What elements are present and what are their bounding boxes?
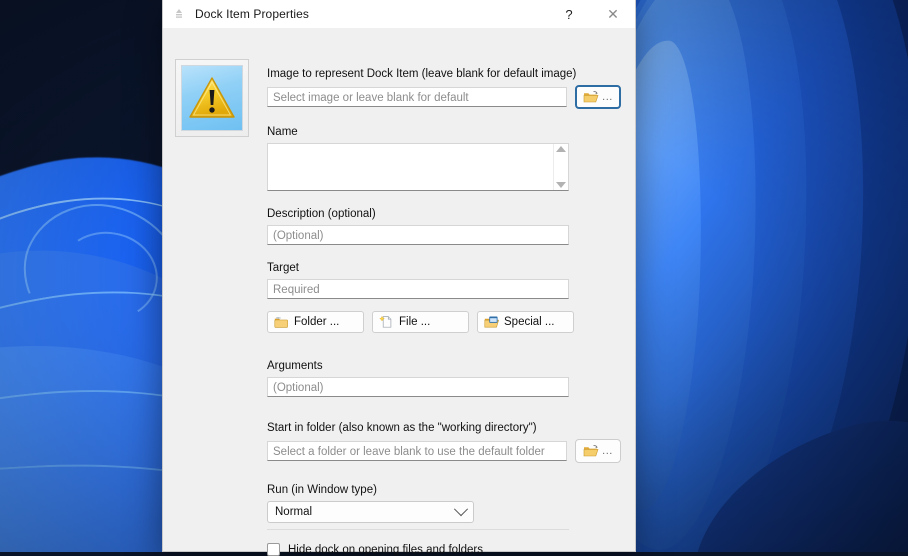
description-field-label: Description (optional) bbox=[267, 208, 376, 220]
warning-triangle-icon bbox=[181, 65, 243, 131]
new-file-icon bbox=[379, 315, 394, 329]
hide-dock-label: Hide dock on opening files and folders bbox=[288, 543, 483, 556]
file-button[interactable]: File ... bbox=[372, 311, 469, 333]
image-field-label: Image to represent Dock Item (leave blan… bbox=[267, 68, 577, 80]
dialog-body: Image to represent Dock Item (leave blan… bbox=[163, 29, 635, 556]
arguments-input[interactable]: (Optional) bbox=[267, 377, 569, 397]
dock-item-icon bbox=[172, 7, 186, 21]
arguments-field-label: Arguments bbox=[267, 360, 323, 372]
image-browse-button[interactable]: ... bbox=[575, 85, 621, 109]
name-field-label: Name bbox=[267, 126, 298, 138]
special-folder-icon bbox=[484, 316, 499, 329]
scroll-down-icon[interactable] bbox=[556, 182, 566, 188]
folder-icon bbox=[274, 316, 289, 329]
titlebar-buttons: ? ✕ bbox=[547, 0, 635, 28]
image-input[interactable]: Select image or leave blank for default bbox=[267, 87, 567, 107]
open-folder-icon bbox=[583, 444, 599, 458]
folder-button[interactable]: Folder ... bbox=[267, 311, 364, 333]
start-in-folder-label: Start in folder (also known as the "work… bbox=[267, 422, 537, 434]
run-in-select[interactable]: Normal bbox=[267, 501, 474, 523]
start-in-folder-browse-label: ... bbox=[602, 445, 613, 457]
open-folder-icon bbox=[583, 90, 599, 104]
hide-dock-checkbox[interactable] bbox=[267, 543, 280, 556]
start-in-folder-input[interactable]: Select a folder or leave blank to use th… bbox=[267, 441, 567, 461]
section-divider bbox=[267, 529, 569, 530]
image-field-row: Select image or leave blank for default … bbox=[267, 85, 627, 109]
file-button-label: File ... bbox=[399, 316, 431, 328]
help-button[interactable]: ? bbox=[547, 0, 591, 28]
image-browse-label: ... bbox=[602, 91, 613, 103]
dock-item-properties-dialog: Dock Item Properties ? ✕ Image to repres… bbox=[162, 0, 636, 556]
name-textarea[interactable] bbox=[268, 144, 553, 190]
special-button-label: Special ... bbox=[504, 316, 555, 328]
close-button[interactable]: ✕ bbox=[591, 0, 635, 28]
dock-item-image-preview[interactable] bbox=[175, 59, 249, 137]
titlebar[interactable]: Dock Item Properties ? ✕ bbox=[163, 0, 635, 29]
start-in-folder-browse-button[interactable]: ... bbox=[575, 439, 621, 463]
chevron-down-icon bbox=[453, 502, 469, 517]
run-in-label: Run (in Window type) bbox=[267, 484, 377, 496]
window-title: Dock Item Properties bbox=[195, 7, 310, 21]
hide-dock-row[interactable]: Hide dock on opening files and folders bbox=[267, 543, 483, 556]
properties-form: Image to represent Dock Item (leave blan… bbox=[267, 29, 627, 523]
folder-button-label: Folder ... bbox=[294, 316, 340, 328]
name-scrollbar[interactable] bbox=[553, 144, 568, 190]
scroll-up-icon[interactable] bbox=[556, 146, 566, 152]
special-button[interactable]: Special ... bbox=[477, 311, 574, 333]
start-in-folder-row: Select a folder or leave blank to use th… bbox=[267, 439, 627, 463]
name-input[interactable] bbox=[267, 143, 569, 191]
target-input[interactable]: Required bbox=[267, 279, 569, 299]
target-field-label: Target bbox=[267, 262, 299, 274]
target-buttons: Folder ... File ... Special ... bbox=[267, 311, 627, 333]
run-in-selected-value: Normal bbox=[275, 506, 313, 518]
description-input[interactable]: (Optional) bbox=[267, 225, 569, 245]
